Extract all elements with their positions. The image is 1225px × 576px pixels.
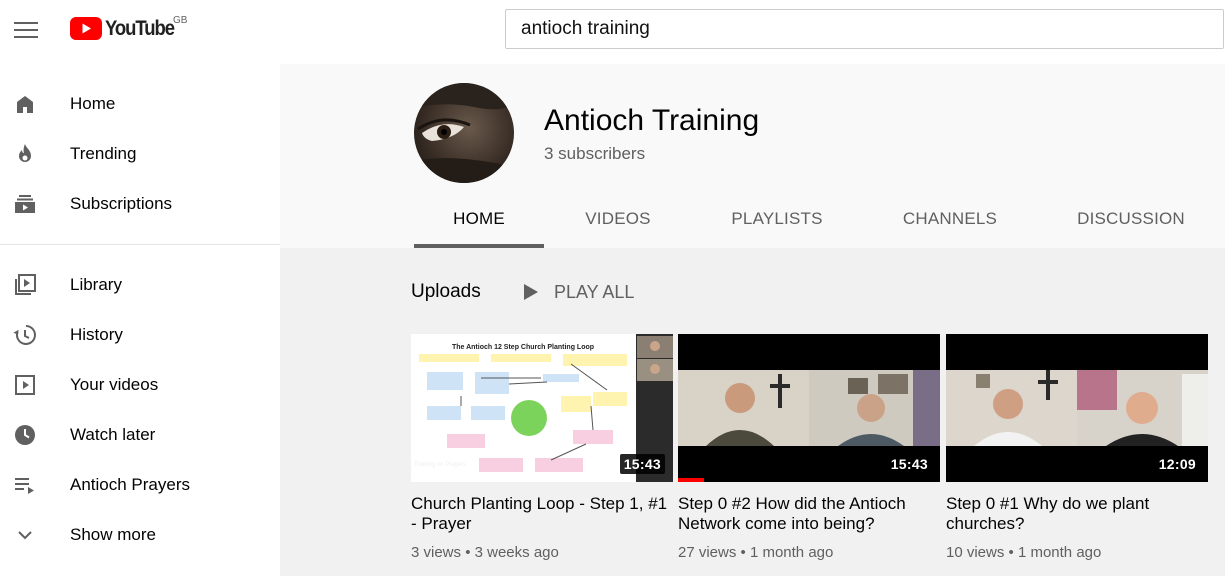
sidebar-item-watch-later[interactable]: Watch later [0,410,280,460]
playlist-icon [12,472,38,498]
country-code: GB [173,15,188,26]
hamburger-menu-icon[interactable] [8,12,44,48]
video-metadata: 10 views • 1 month ago [946,544,1102,561]
youtube-play-logo-icon [70,17,102,40]
sidebar-item-subscriptions[interactable]: Subscriptions [0,179,280,229]
channel-avatar[interactable] [414,83,514,183]
avatar-face-image [414,83,514,183]
sidebar-item-label: Antioch Prayers [70,475,190,494]
video-duration: 15:43 [619,454,665,474]
trending-icon [12,141,38,167]
play-icon [524,284,538,300]
sidebar-divider [0,244,280,245]
sidebar-item-label: Watch later [70,425,156,444]
view-count: 3 views [411,544,462,561]
video-title[interactable]: Church Planting Loop - Step 1, #1 - Pray… [411,494,673,534]
video-duration: 15:43 [886,454,932,474]
your-videos-icon [12,372,38,398]
sidebar-item-label: Trending [70,144,137,163]
sidebar-item-home[interactable]: Home [0,79,280,129]
tab-videos[interactable]: VIDEOS [562,204,674,248]
play-all-label: PLAY ALL [554,281,635,302]
sidebar-item-history[interactable]: History [0,310,280,360]
subscriptions-icon [12,191,38,217]
upload-age: 1 month ago [749,544,834,561]
thumbnail-caption: Training on Prayers [414,462,466,468]
upload-age: 1 month ago [1017,544,1102,561]
sidebar-item-antioch-prayers[interactable]: Antioch Prayers [0,460,280,510]
home-icon [12,91,38,117]
view-count: 10 views [946,544,1005,561]
chevron-down-icon [12,522,38,548]
tab-channels[interactable]: CHANNELS [885,204,1015,248]
masthead: YouTube GB antioch training [0,0,1225,64]
youtube-logo[interactable]: YouTube GB [70,15,187,42]
watch-progress-bar [678,478,705,482]
upload-age: 3 weeks ago [474,544,559,561]
video-thumbnail[interactable]: 15:43 [678,334,940,482]
library-icon [12,272,38,298]
video-card[interactable]: The Antioch 12 Step Church Planting Loop… [411,334,673,561]
play-all-button[interactable]: PLAY ALL [520,280,634,304]
video-metadata: 3 views • 3 weeks ago [411,544,559,561]
sidebar-item-library[interactable]: Library [0,260,280,310]
logo-wordmark: YouTube [105,17,175,40]
thumbnail-slide-title: The Antioch 12 Step Church Planting Loop [452,344,594,351]
sidebar-item-label: Library [70,275,122,294]
active-tab-indicator [414,244,544,248]
video-thumbnail[interactable]: 12:09 [946,334,1208,482]
search-input[interactable]: antioch training [505,9,1224,49]
video-duration: 12:09 [1154,454,1200,474]
tab-discussion[interactable]: DISCUSSION [1063,204,1199,248]
video-thumbnail[interactable]: The Antioch 12 Step Church Planting Loop… [411,334,673,482]
video-title[interactable]: Step 0 #1 Why do we plant churches? [946,494,1208,534]
video-title[interactable]: Step 0 #2 How did the Antioch Network co… [678,494,940,534]
sidebar: Home Trending Subscriptions Library Hist… [0,64,280,576]
watch-later-icon [12,422,38,448]
subscriber-count: 3 subscribers [544,144,646,163]
sidebar-item-trending[interactable]: Trending [0,129,280,179]
sidebar-item-label: Subscriptions [70,194,173,213]
channel-header: Antioch Training 3 subscribers HOME VIDE… [280,64,1225,248]
sidebar-item-label: Show more [70,525,156,544]
history-icon [12,322,38,348]
tab-home[interactable]: HOME [414,204,544,248]
view-count: 27 views [678,544,737,561]
sidebar-item-your-videos[interactable]: Your videos [0,360,280,410]
sidebar-item-label: Home [70,94,116,113]
channel-title: Antioch Training [544,104,760,137]
video-card[interactable]: 15:43 Step 0 #2 How did the Antioch Netw… [678,334,940,561]
main-content: Antioch Training 3 subscribers HOME VIDE… [280,64,1225,576]
sidebar-item-label: History [70,325,123,344]
sidebar-item-label: Your videos [70,375,159,394]
video-card[interactable]: 12:09 Step 0 #1 Why do we plant churches… [946,334,1208,561]
tab-playlists[interactable]: PLAYLISTS [714,204,840,248]
sidebar-item-show-more[interactable]: Show more [0,510,280,560]
video-metadata: 27 views • 1 month ago [678,544,834,561]
uploads-heading[interactable]: Uploads [411,281,481,303]
